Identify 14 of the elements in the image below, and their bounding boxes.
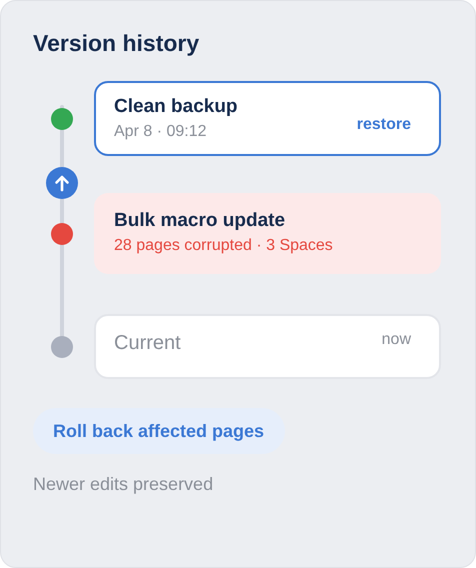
version-details: 28 pages corrupted · 3 Spaces [114,237,333,255]
version-card[interactable]: Clean backup Apr 8 · 09:12 restore [94,81,441,156]
version-title: Clean backup [114,95,238,119]
version-title: Bulk macro update [114,209,286,233]
version-details: Apr 8 · 09:12 [114,123,208,141]
rollback-button[interactable]: Roll back affected pages [33,408,286,454]
version-card[interactable]: Current now [94,314,441,379]
arrow-up-icon [46,167,78,199]
version-title: Current [114,331,181,355]
version-card[interactable]: Bulk macro update 28 pages corrupted · 3 Spaces [94,193,441,274]
restore-link[interactable]: restore [356,116,411,134]
panel-title: Version history [33,29,200,58]
footnote: Newer edits preserved [33,474,214,495]
version-time: now [382,331,411,349]
